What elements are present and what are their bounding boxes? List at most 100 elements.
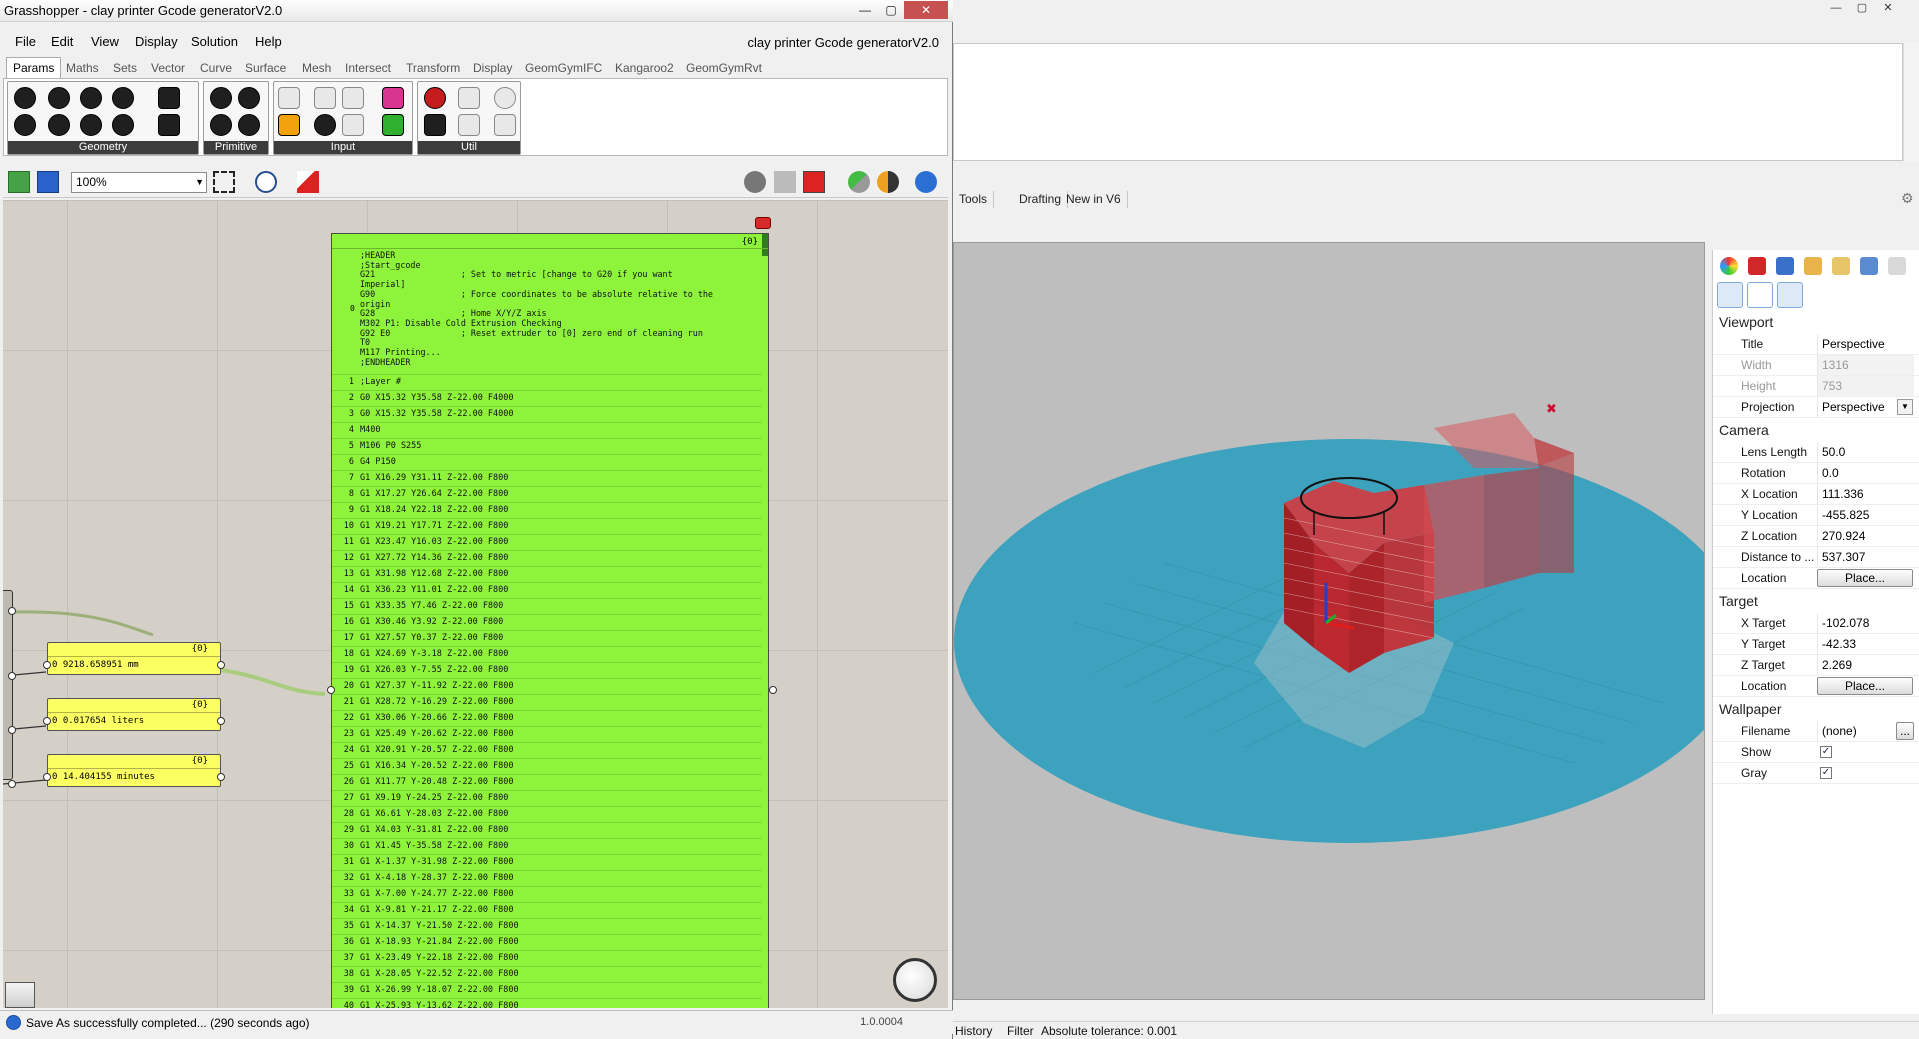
gcode-input-grip[interactable]	[327, 686, 335, 694]
x-target-field[interactable]: -102.078	[1817, 613, 1914, 633]
document-preview-icon[interactable]	[877, 171, 899, 193]
tree-icon[interactable]	[424, 114, 446, 136]
chevron-down-icon[interactable]: ▼	[1897, 399, 1913, 415]
panel-output-grip[interactable]	[217, 773, 225, 781]
grasshopper-canvas[interactable]: {0} 0 9218.658951 mm {0} 0 0.017654 lite…	[3, 200, 948, 1008]
perspective-viewport[interactable]: ✖	[953, 242, 1705, 1000]
offscreen-component-edge[interactable]	[3, 590, 13, 780]
menu-edit[interactable]: Edit	[51, 34, 73, 49]
z-location-field[interactable]: 270.924	[1817, 526, 1914, 546]
rhino-maximize-button[interactable]: ▢	[1849, 0, 1875, 16]
minimize-button[interactable]: —	[852, 1, 878, 19]
swatch-icon[interactable]	[382, 114, 404, 136]
number-param-icon[interactable]	[210, 114, 232, 136]
tab-surface[interactable]: Surface	[245, 59, 286, 77]
flask-icon[interactable]	[494, 114, 516, 136]
browse-button[interactable]: ...	[1896, 722, 1914, 740]
gcode-output-panel[interactable]: {0} 0 ;HEADER ;Start_gcode G21 ; Set to …	[331, 233, 769, 1008]
graph-mapper-icon[interactable]	[278, 114, 300, 136]
gray-checkbox[interactable]: ✓	[1820, 767, 1832, 779]
tab-geomgymrvt[interactable]: GeomGymRvt	[686, 59, 762, 77]
history-toggle[interactable]: History	[955, 1024, 992, 1038]
tab-transform[interactable]: Transform	[406, 59, 460, 77]
x-location-field[interactable]: 111.336	[1817, 484, 1914, 504]
tab-maths[interactable]: Maths	[66, 59, 99, 77]
panel-output-grip[interactable]	[217, 717, 225, 725]
zoom-dropdown[interactable]: 100% ▼	[71, 172, 207, 193]
gear-icon[interactable]	[1888, 257, 1906, 275]
preview-selected-icon[interactable]	[803, 171, 825, 193]
tab-curve[interactable]: Curve	[200, 59, 232, 77]
folder-icon[interactable]	[1832, 257, 1850, 275]
arrow-outline-icon[interactable]	[458, 114, 480, 136]
distance-field[interactable]: 537.307	[1817, 547, 1914, 567]
target-place-button[interactable]: Place...	[1817, 677, 1913, 695]
brush-icon[interactable]	[1804, 257, 1822, 275]
tab-sets[interactable]: Sets	[113, 59, 137, 77]
camera-place-button[interactable]: Place...	[1817, 569, 1913, 587]
close-button[interactable]: ✕	[904, 1, 948, 19]
render-icon[interactable]	[1776, 257, 1794, 275]
rotation-field[interactable]: 0.0	[1817, 463, 1914, 483]
lens-length-field[interactable]: 50.0	[1817, 442, 1914, 462]
z-target-field[interactable]: 2.269	[1817, 655, 1914, 675]
navigation-compass-icon[interactable]	[893, 958, 937, 1002]
vector-param-icon[interactable]	[80, 114, 102, 136]
panel-icon[interactable]	[278, 87, 300, 109]
line-param-icon[interactable]	[48, 114, 70, 136]
tab-display[interactable]: Display	[473, 59, 512, 77]
output-grip[interactable]	[8, 780, 16, 788]
rhino-minimize-button[interactable]: —	[1823, 0, 1849, 16]
mesh-quality-icon[interactable]	[848, 171, 870, 193]
panel-input-grip[interactable]	[43, 717, 51, 725]
tab-vector[interactable]: Vector	[151, 59, 185, 77]
preview-shaded-icon[interactable]	[774, 171, 796, 193]
tab-intersect[interactable]: Intersect	[345, 59, 391, 77]
filename-field[interactable]: (none)	[1817, 721, 1893, 741]
y-target-field[interactable]: -42.33	[1817, 634, 1914, 654]
gcode-output-grip[interactable]	[769, 686, 777, 694]
boolean-param-icon[interactable]	[210, 87, 232, 109]
environment-icon[interactable]	[1860, 257, 1878, 275]
title-field[interactable]: Perspective	[1817, 334, 1914, 354]
output-grip[interactable]	[8, 726, 16, 734]
globe-icon[interactable]	[915, 171, 937, 193]
mesh-param-icon[interactable]	[158, 87, 180, 109]
cherry-icon[interactable]	[424, 87, 446, 109]
maximize-button[interactable]: ▢	[878, 1, 904, 19]
menu-view[interactable]: View	[91, 34, 119, 49]
integer-param-icon[interactable]	[238, 87, 260, 109]
panel-pin-icon[interactable]	[755, 217, 771, 229]
box-param-icon[interactable]	[112, 114, 134, 136]
menu-help[interactable]: Help	[255, 34, 282, 49]
plane-param-icon[interactable]	[14, 114, 36, 136]
named-view-icon[interactable]	[1777, 282, 1803, 308]
save-icon[interactable]	[37, 171, 59, 193]
tab-new-in-v6[interactable]: New in V6	[1060, 191, 1128, 208]
gear-icon[interactable]: ⚙	[1901, 190, 1914, 207]
menu-display[interactable]: Display	[135, 34, 178, 49]
tab-params[interactable]: Params	[6, 57, 62, 78]
curve-param-icon[interactable]	[80, 87, 102, 109]
rhino-command-scrollbar[interactable]	[1903, 43, 1919, 161]
open-file-icon[interactable]	[8, 171, 30, 193]
surface-param-icon[interactable]	[112, 87, 134, 109]
volume-panel[interactable]: {0} 0 0.017654 liters	[47, 698, 221, 731]
tab-mesh[interactable]: Mesh	[302, 59, 331, 77]
rhino-command-history[interactable]	[953, 43, 1903, 161]
zoom-extents-icon[interactable]	[213, 171, 235, 193]
panel-input-grip[interactable]	[43, 661, 51, 669]
filter-toggle[interactable]: Filter	[1007, 1024, 1034, 1038]
preview-wire-icon[interactable]	[744, 171, 766, 193]
y-location-field[interactable]: -455.825	[1817, 505, 1914, 525]
output-grip[interactable]	[8, 607, 16, 615]
eye-icon[interactable]	[255, 171, 277, 193]
camera-icon[interactable]	[1717, 282, 1743, 308]
tab-kangaroo2[interactable]: Kangaroo2	[615, 59, 674, 77]
slider-icon[interactable]	[314, 87, 336, 109]
list-icon[interactable]	[342, 114, 364, 136]
text-param-icon[interactable]	[238, 114, 260, 136]
point-param-icon[interactable]	[14, 87, 36, 109]
material-icon[interactable]	[1748, 257, 1766, 275]
brep-param-icon[interactable]	[158, 114, 180, 136]
